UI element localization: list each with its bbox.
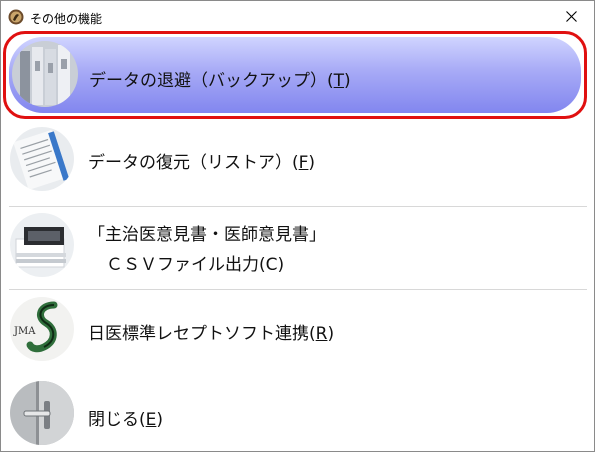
menu-item-label: データの退避（バックアップ）(T)	[89, 71, 351, 91]
jma-logo-icon: JMA	[10, 297, 74, 361]
close-button[interactable]	[548, 1, 594, 32]
paper-stack-icon	[10, 213, 74, 277]
menu-item-label-line2: ＣＳＶファイル出力(C)	[106, 255, 285, 275]
app-logo-icon	[8, 9, 24, 25]
close-icon	[565, 11, 577, 22]
dialog-window: その他の機能 データの退避（バックアップ）(T) データの復元（リストア）(F)…	[0, 0, 595, 452]
window-title: その他の機能	[30, 12, 103, 26]
menu-item-label: 閉じる(E)	[88, 410, 164, 430]
svg-text:JMA: JMA	[13, 326, 36, 337]
divider	[9, 289, 587, 290]
menu-item-label: 日医標準レセプトソフト連携(R)	[88, 324, 335, 344]
menu-item-backup[interactable]: データの退避（バックアップ）(T)	[3, 31, 587, 119]
documents-icon	[10, 127, 74, 191]
menu-item-close[interactable]: 閉じる(E)	[6, 375, 586, 453]
menu-item-label: 「主治医意見書・医師意見書」	[88, 225, 326, 245]
menu-item-label: データの復元（リストア）(F)	[88, 153, 316, 173]
door-handle-icon	[10, 381, 74, 445]
binders-icon	[12, 41, 78, 107]
menu-item-restore[interactable]: データの復元（リストア）(F)	[6, 121, 586, 199]
title-bar: その他の機能	[1, 1, 594, 32]
menu-item-orca-link[interactable]: JMA 日医標準レセプトソフト連携(R)	[6, 291, 586, 369]
menu-item-csv-export[interactable]: 「主治医意見書・医師意見書」 ＣＳＶファイル出力(C)	[6, 207, 586, 285]
